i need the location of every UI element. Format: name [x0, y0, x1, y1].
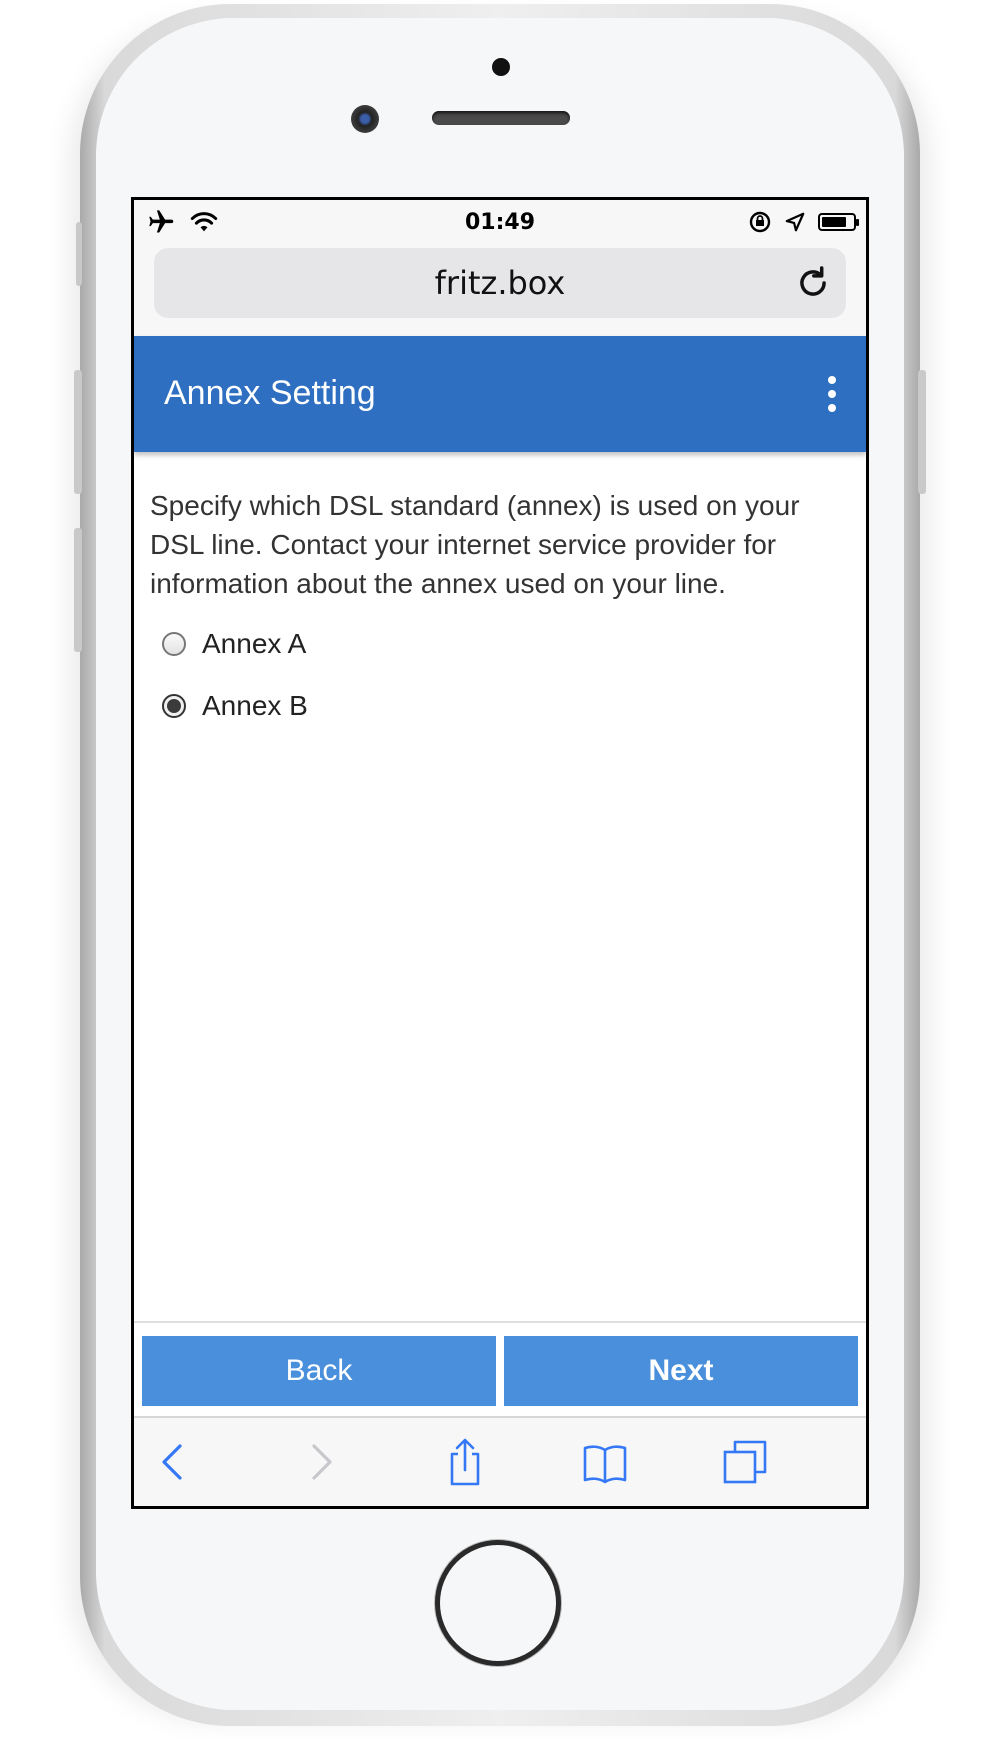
mute-switch	[76, 222, 82, 286]
forward-icon	[312, 1444, 332, 1480]
option-label: Annex B	[202, 690, 308, 721]
app-header: Annex Setting	[134, 336, 866, 452]
option-annex-a[interactable]: Annex A	[162, 613, 850, 675]
description-text: Specify which DSL standard (annex) is us…	[150, 490, 800, 599]
orientation-lock-icon	[749, 211, 771, 233]
browser-address-area: fritz.box	[134, 246, 866, 336]
page-title: Annex Setting	[164, 374, 376, 412]
volume-down-button	[74, 528, 82, 652]
share-icon[interactable]	[439, 1436, 491, 1488]
location-icon	[785, 212, 805, 232]
radio-annex-b[interactable]	[162, 694, 186, 718]
volume-up-button	[74, 370, 82, 494]
safari-toolbar	[134, 1416, 866, 1506]
status-bar: 01:49	[134, 200, 866, 246]
next-button[interactable]: Next	[504, 1336, 858, 1406]
footer-buttons: Back Next	[142, 1336, 858, 1406]
home-button[interactable]	[435, 1540, 561, 1666]
bookmarks-icon[interactable]	[579, 1436, 631, 1488]
option-annex-b[interactable]: Annex B	[162, 675, 850, 737]
reload-icon[interactable]	[794, 264, 832, 302]
footer-divider	[134, 1321, 866, 1323]
address-text: fritz.box	[434, 264, 566, 302]
back-icon[interactable]	[148, 1436, 200, 1488]
status-right-icons	[748, 210, 859, 234]
more-vertical-icon[interactable]	[824, 374, 840, 414]
proximity-sensor	[492, 58, 510, 76]
earpiece-speaker	[432, 111, 570, 125]
power-button	[918, 370, 926, 494]
main-content: Specify which DSL standard (annex) is us…	[150, 486, 850, 737]
radio-annex-a[interactable]	[162, 632, 186, 656]
tabs-icon[interactable]	[719, 1436, 771, 1488]
phone-screen: 01:49 fritz.box Annex Setting Specify wh…	[131, 197, 869, 1509]
front-camera	[351, 105, 379, 133]
back-button[interactable]: Back	[142, 1336, 496, 1406]
option-label: Annex A	[202, 628, 307, 659]
battery-icon	[818, 213, 859, 231]
address-bar[interactable]: fritz.box	[154, 248, 846, 318]
